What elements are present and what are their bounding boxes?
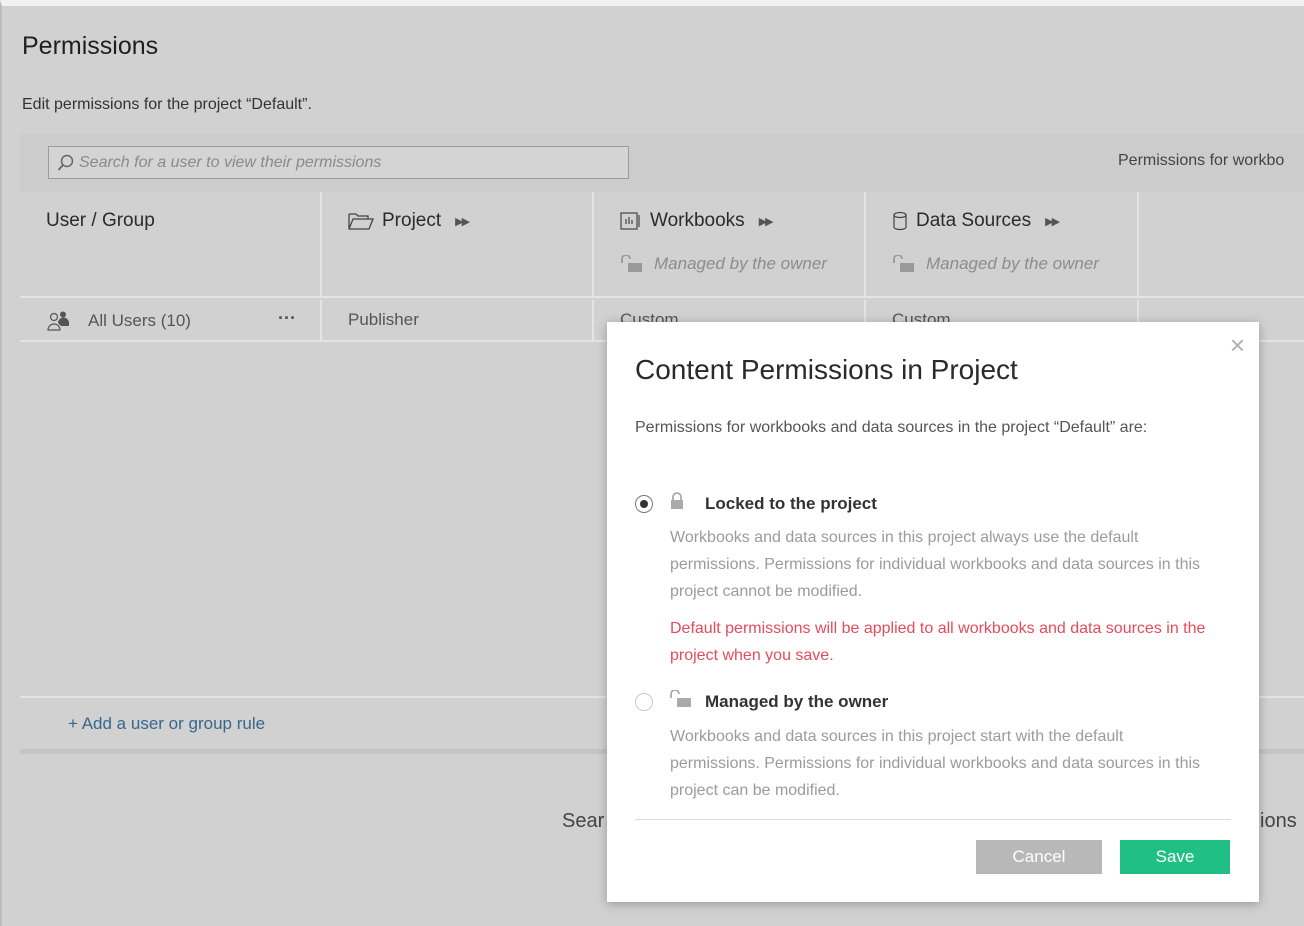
owner-description: Workbooks and data sources in this proje… — [670, 728, 1201, 799]
column-header-workbooks[interactable]: Workbooks ▶▶ Managed by the owner — [594, 192, 866, 298]
cancel-button[interactable]: Cancel — [976, 840, 1102, 874]
page-title: Permissions — [22, 32, 159, 60]
locked-label: Locked to the project — [705, 493, 877, 513]
dialog-title: Content Permissions in Project — [635, 354, 1018, 385]
column-header-user-group: User / Group — [20, 192, 322, 298]
user-group-name: All Users (10) — [88, 311, 191, 330]
close-icon[interactable]: × — [1230, 330, 1245, 361]
expand-arrow-icon[interactable]: ▶▶ — [1045, 215, 1060, 228]
table-row-user[interactable]: All Users (10) ··· — [20, 300, 322, 342]
add-rule-link[interactable]: + Add a user or group rule — [68, 714, 265, 734]
unlock-icon — [670, 689, 691, 707]
column-header-project[interactable]: Project ▶▶ — [322, 192, 594, 298]
users-group-icon — [47, 311, 69, 331]
project-header-label: Project — [382, 210, 442, 231]
page-subtitle: Edit permissions for the project “Defaul… — [22, 96, 312, 113]
table-cell-project[interactable]: Publisher — [322, 300, 594, 342]
user-group-header-label: User / Group — [46, 210, 155, 231]
unlock-icon — [893, 255, 914, 272]
search-icon — [57, 154, 74, 171]
project-permission-value: Publisher — [348, 310, 419, 329]
user-search-input[interactable]: Search for a user to view their permissi… — [48, 146, 629, 179]
background-text-fragment: Sear — [562, 810, 605, 832]
column-header-empty — [1139, 192, 1304, 298]
column-header-data-sources[interactable]: Data Sources ▶▶ Managed by the owner — [866, 192, 1139, 298]
content-permissions-dialog: × Content Permissions in Project Permiss… — [607, 322, 1259, 902]
background-text-fragment: ions — [1260, 810, 1297, 832]
permissions-toolbar: Search for a user to view their permissi… — [20, 134, 1304, 192]
database-icon — [893, 211, 907, 231]
locked-description: Workbooks and data sources in this proje… — [670, 529, 1201, 600]
expand-arrow-icon[interactable]: ▶▶ — [759, 215, 774, 228]
expand-arrow-icon[interactable]: ▶▶ — [455, 215, 470, 228]
workbooks-status: Managed by the owner — [654, 254, 827, 273]
permissions-for-label: Permissions for workbo — [1118, 152, 1285, 169]
option-locked[interactable]: Locked to the project — [635, 492, 877, 515]
dialog-intro: Permissions for workbooks and data sourc… — [635, 419, 1148, 436]
owner-radio[interactable] — [635, 692, 653, 711]
owner-label: Managed by the owner — [705, 691, 889, 711]
unlock-icon — [621, 255, 642, 272]
workbooks-header-label: Workbooks — [650, 210, 745, 231]
dialog-divider — [635, 819, 1231, 820]
locked-warning: Default permissions will be applied to a… — [670, 620, 1206, 664]
more-options-icon[interactable]: ··· — [278, 308, 296, 329]
lock-icon — [671, 492, 683, 509]
option-owner[interactable]: Managed by the owner — [635, 689, 889, 713]
data-sources-header-label: Data Sources — [916, 210, 1032, 231]
data-sources-status: Managed by the owner — [926, 254, 1099, 273]
folder-icon — [348, 213, 374, 230]
save-button[interactable]: Save — [1120, 840, 1230, 874]
search-placeholder: Search for a user to view their permissi… — [79, 153, 382, 171]
locked-radio[interactable] — [635, 494, 653, 513]
workbook-icon — [620, 212, 640, 230]
